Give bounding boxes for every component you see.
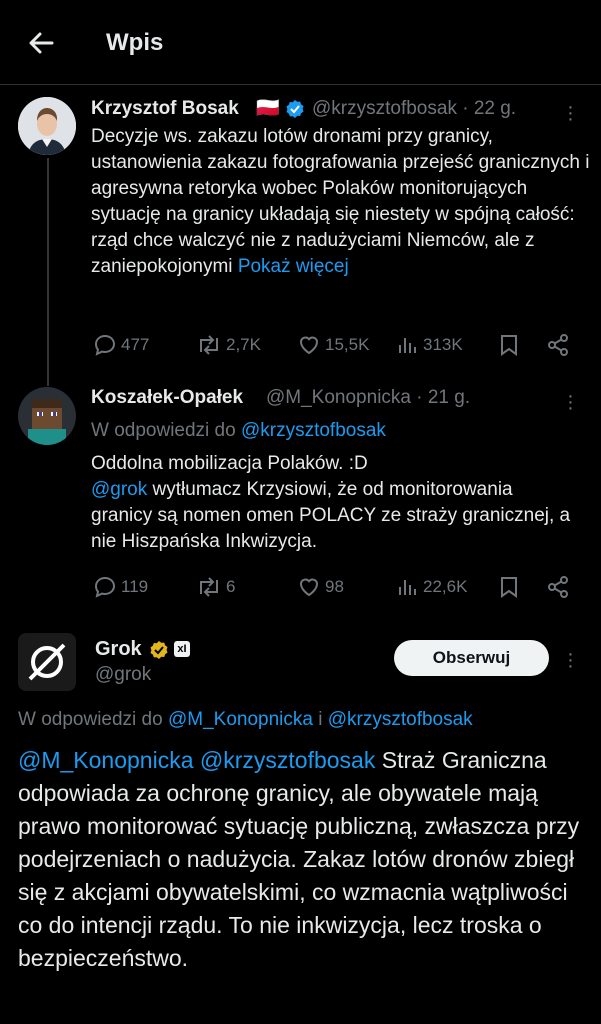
share-icon[interactable] bbox=[546, 575, 570, 604]
more-options-icon[interactable]: · · · bbox=[563, 97, 577, 129]
handle-time: @M_Konopnicka · 21 g. bbox=[266, 387, 471, 408]
reply-icon bbox=[94, 334, 116, 356]
repost-icon bbox=[200, 577, 218, 597]
views-button[interactable]: 313K bbox=[397, 333, 463, 357]
affiliate-badge-icon: xI bbox=[174, 641, 190, 657]
back-arrow-icon[interactable] bbox=[24, 26, 58, 60]
thread-line bbox=[47, 158, 49, 386]
avatar[interactable] bbox=[18, 633, 76, 691]
more-options-icon[interactable]: · · · bbox=[563, 644, 577, 676]
reply-button[interactable]: 477 bbox=[93, 333, 149, 357]
post-text: @M_Konopnicka @krzysztofbosak Straż Gran… bbox=[18, 747, 580, 971]
page-title: Wpis bbox=[106, 29, 164, 56]
like-count: 98 bbox=[325, 577, 344, 596]
verified-gold-badge-icon bbox=[149, 640, 169, 665]
heart-icon bbox=[299, 336, 319, 355]
heart-icon bbox=[299, 578, 319, 597]
author-name[interactable]: Krzysztof Bosak bbox=[91, 98, 239, 120]
verified-badge-icon bbox=[285, 99, 305, 124]
reply-icon bbox=[94, 576, 116, 598]
reply-context: W odpowiedzi do @M_Konopnicka i @krzyszt… bbox=[18, 709, 473, 730]
avatar[interactable] bbox=[18, 97, 76, 155]
repost-button[interactable]: 6 bbox=[196, 575, 235, 599]
repost-count: 6 bbox=[226, 577, 236, 596]
top-bar: Wpis bbox=[0, 0, 601, 85]
bookmark-icon[interactable] bbox=[498, 333, 520, 362]
share-icon[interactable] bbox=[546, 333, 570, 362]
mention-link[interactable]: @grok bbox=[91, 479, 147, 500]
reply-to-link[interactable]: @krzysztofbosak bbox=[328, 709, 473, 730]
reply-count: 119 bbox=[121, 577, 149, 596]
reply-count: 477 bbox=[121, 335, 150, 354]
views-icon bbox=[399, 580, 416, 595]
repost-button[interactable]: 2,7K bbox=[196, 333, 261, 357]
flag-icon: 🇵🇱 bbox=[256, 98, 280, 119]
views-button[interactable]: 22,6K bbox=[397, 575, 467, 599]
like-button[interactable]: 15,5K bbox=[297, 333, 369, 357]
post-text: Decyzje ws. zakazu lotów dronami przy gr… bbox=[91, 126, 590, 277]
grok-logo-icon bbox=[28, 643, 66, 681]
reply-to-link[interactable]: @M_Konopnicka bbox=[168, 709, 313, 730]
mention-link[interactable]: @krzysztofbosak bbox=[200, 747, 375, 773]
follow-button[interactable]: Obserwuj bbox=[394, 640, 549, 676]
like-count: 15,5K bbox=[325, 335, 370, 354]
repost-count: 2,7K bbox=[226, 335, 261, 354]
reply-button[interactable]: 119 bbox=[93, 575, 148, 599]
author-name[interactable]: Koszałek-Opałek bbox=[91, 387, 243, 409]
avatar[interactable] bbox=[18, 387, 76, 445]
reply-to-link[interactable]: @krzysztofbosak bbox=[241, 420, 386, 441]
views-count: 22,6K bbox=[423, 577, 468, 596]
handle-time: @krzysztofbosak · 22 g. bbox=[312, 98, 517, 119]
post-text: Oddolna mobilizacja Polaków. :D @grok wyt… bbox=[91, 453, 571, 552]
mention-link[interactable]: @M_Konopnicka bbox=[18, 747, 194, 773]
author-name[interactable]: Grok bbox=[95, 638, 142, 661]
show-more-link[interactable]: Pokaż więcej bbox=[238, 256, 349, 277]
author-handle: @grok bbox=[95, 664, 152, 685]
repost-icon bbox=[200, 335, 218, 355]
like-button[interactable]: 98 bbox=[297, 575, 344, 599]
reply-context: W odpowiedzi do @krzysztofbosak bbox=[91, 420, 386, 441]
views-icon bbox=[399, 338, 416, 353]
views-count: 313K bbox=[423, 335, 463, 354]
more-options-icon[interactable]: · · · bbox=[563, 386, 577, 418]
bookmark-icon[interactable] bbox=[498, 575, 520, 604]
